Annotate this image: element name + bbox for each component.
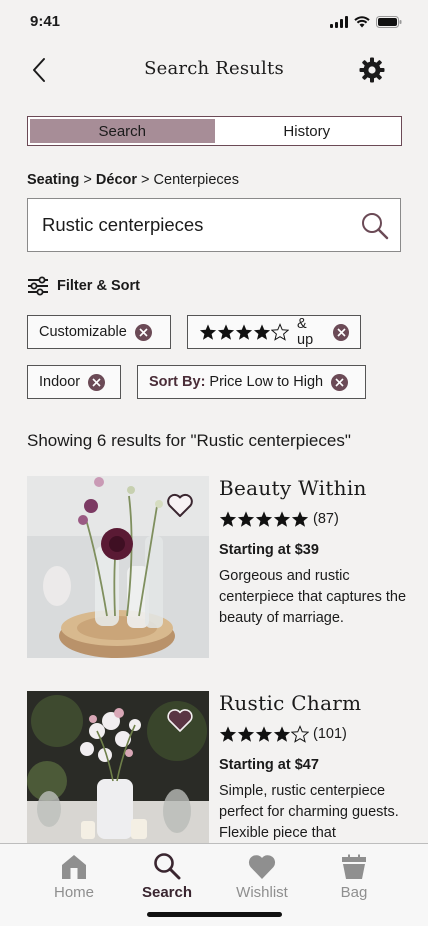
home-indicator — [147, 912, 282, 917]
star-filled-icon — [237, 511, 255, 527]
close-icon — [139, 327, 148, 337]
tab-search[interactable]: Search — [30, 119, 215, 143]
star-outline-icon — [271, 323, 289, 341]
nav-item-wishlist[interactable]: Wishlist — [222, 850, 302, 901]
status-time: 9:41 — [30, 13, 61, 30]
heart-filled-icon — [167, 709, 193, 732]
rating-stars — [219, 510, 309, 528]
star-filled-icon — [219, 726, 237, 742]
chip-label: Indoor — [39, 374, 81, 390]
remove-filter-button[interactable] — [88, 373, 106, 391]
status-bar: 9:41 — [0, 0, 428, 44]
nav-label: Search — [141, 884, 193, 901]
close-icon — [336, 327, 346, 337]
product-rating: (101) — [219, 725, 347, 743]
heart-icon — [248, 855, 276, 879]
breadcrumb-seating[interactable]: Seating — [27, 172, 79, 188]
filter-sort-button[interactable]: Filter & Sort — [27, 276, 140, 296]
header: Search Results — [0, 48, 428, 92]
star-outline-icon — [291, 725, 309, 743]
search-history-segmented-control: Search History — [27, 116, 402, 146]
wishlist-button[interactable] — [165, 705, 195, 735]
review-count: (101) — [313, 726, 347, 742]
chip-label: Sort By: Price Low to High — [149, 374, 323, 390]
results-summary: Showing 6 results for "Rustic centerpiec… — [27, 431, 351, 450]
star-filled-icon — [273, 726, 291, 742]
star-filled-icon — [217, 324, 235, 340]
nav-item-home[interactable]: Home — [34, 850, 114, 901]
remove-sort-button[interactable] — [331, 373, 349, 391]
product-title[interactable]: Rustic Charm — [219, 691, 361, 715]
chip-label: & up — [297, 316, 314, 348]
breadcrumb-separator: > — [79, 172, 96, 188]
close-icon — [335, 377, 344, 387]
product-image[interactable] — [27, 476, 209, 658]
filter-sort-label: Filter & Sort — [57, 278, 140, 294]
filter-chip-customizable[interactable]: Customizable — [27, 315, 171, 349]
star-filled-icon — [253, 324, 271, 340]
star-filled-icon — [219, 511, 237, 527]
filter-chip-rating[interactable]: & up — [187, 315, 361, 349]
star-filled-icon — [199, 324, 217, 340]
tab-history[interactable]: History — [215, 119, 400, 143]
rating-stars — [219, 725, 309, 743]
remove-filter-button[interactable] — [333, 323, 349, 341]
product-image[interactable] — [27, 691, 209, 843]
filter-chip-indoor[interactable]: Indoor — [27, 365, 121, 399]
product-price: Starting at $39 — [219, 542, 319, 558]
breadcrumb-decor[interactable]: Décor — [96, 172, 137, 188]
home-icon — [62, 855, 86, 879]
breadcrumb: Seating > Décor > Centerpieces — [27, 172, 239, 188]
star-filled-icon — [255, 511, 273, 527]
cellular-signal-icon — [330, 16, 348, 28]
star-filled-icon — [235, 324, 253, 340]
product-description: Simple, rustic centerpiece perfect for c… — [219, 783, 399, 841]
search-icon — [154, 853, 181, 880]
rating-filter-stars — [199, 323, 289, 341]
star-filled-icon — [273, 511, 291, 527]
product-card[interactable]: Beauty Within (87) Starting at $39 Gorge… — [27, 476, 407, 658]
breadcrumb-centerpieces: Centerpieces — [153, 172, 239, 188]
nav-item-bag[interactable]: Bag — [314, 850, 394, 901]
product-description: Gorgeous and rustic centerpiece that cap… — [219, 568, 407, 626]
sort-by-label: Sort By: — [149, 374, 206, 390]
product-price: Starting at $47 — [219, 757, 319, 773]
battery-icon — [376, 16, 402, 28]
breadcrumb-separator: > — [137, 172, 154, 188]
heart-outline-icon — [167, 493, 193, 517]
sort-value: Price Low to High — [205, 374, 324, 390]
search-icon — [362, 213, 389, 240]
sliders-icon — [28, 276, 48, 296]
sort-chip[interactable]: Sort By: Price Low to High — [137, 365, 366, 399]
review-count: (87) — [313, 511, 339, 527]
product-card[interactable]: Rustic Charm (101) Starting at $47 Simpl… — [27, 691, 407, 843]
star-filled-icon — [237, 726, 255, 742]
nav-label: Wishlist — [236, 884, 288, 901]
nav-label: Home — [53, 884, 94, 901]
product-rating: (87) — [219, 510, 339, 528]
nav-item-search[interactable]: Search — [127, 850, 207, 901]
star-filled-icon — [291, 511, 309, 527]
gear-icon — [359, 57, 385, 83]
wishlist-button[interactable] — [165, 490, 195, 520]
status-icons — [330, 16, 402, 28]
bag-icon — [342, 854, 366, 879]
search-button[interactable] — [360, 211, 390, 241]
close-icon — [92, 377, 101, 387]
chip-label: Customizable — [39, 324, 127, 340]
search-input[interactable] — [42, 199, 342, 251]
nav-label: Bag — [340, 884, 368, 901]
wifi-icon — [354, 16, 370, 28]
settings-button[interactable] — [356, 54, 388, 86]
star-filled-icon — [255, 726, 273, 742]
remove-filter-button[interactable] — [134, 323, 152, 341]
product-title[interactable]: Beauty Within — [219, 476, 367, 500]
search-box — [27, 198, 401, 252]
